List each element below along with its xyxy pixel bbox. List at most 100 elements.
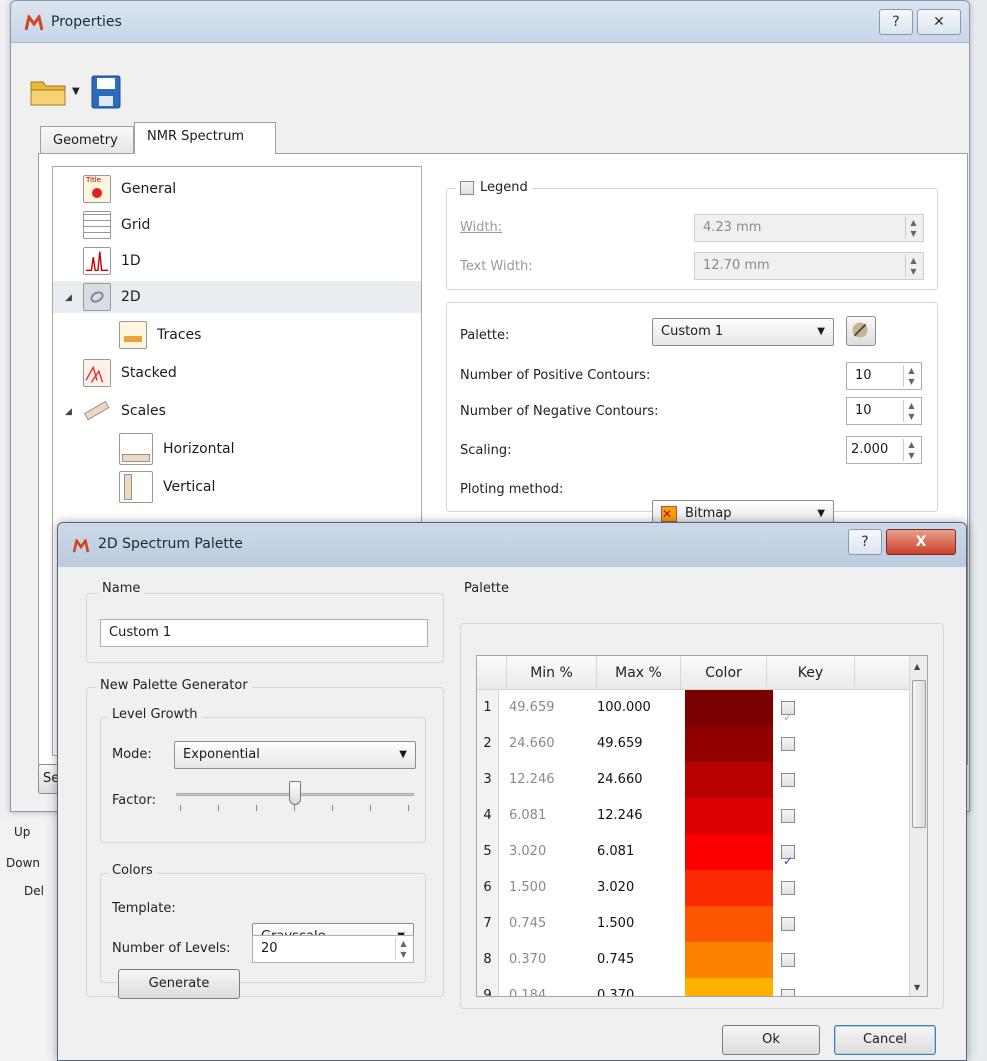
positive-contours-field[interactable]: 10 ▲ ▼ bbox=[846, 362, 922, 390]
max-percent-cell[interactable]: 1.500 bbox=[597, 906, 677, 942]
color-swatch[interactable] bbox=[685, 906, 773, 942]
min-percent-cell[interactable]: 3.020 bbox=[509, 834, 589, 870]
key-checkbox[interactable]: ✓ bbox=[781, 701, 795, 724]
min-percent-cell[interactable]: 12.246 bbox=[509, 762, 589, 798]
mode-select[interactable]: Exponential ▼ bbox=[174, 741, 416, 769]
down-label[interactable]: Down bbox=[6, 856, 40, 870]
key-checkbox[interactable] bbox=[781, 953, 795, 967]
close-button[interactable]: ✕ bbox=[917, 9, 961, 35]
tab-geometry[interactable]: Geometry bbox=[40, 126, 134, 156]
key-checkbox[interactable] bbox=[781, 737, 795, 751]
positive-contours-spinner-icon[interactable]: ▲ ▼ bbox=[903, 365, 919, 387]
scaling-field[interactable]: 2.000 ▲ ▼ bbox=[846, 436, 922, 464]
open-dropdown-icon[interactable]: ▼ bbox=[72, 78, 80, 106]
min-percent-cell[interactable]: 24.660 bbox=[509, 726, 589, 762]
column-header-key[interactable]: Key bbox=[767, 656, 855, 690]
scaling-spinner-icon[interactable]: ▲ ▼ bbox=[903, 439, 919, 461]
column-header-color[interactable]: Color bbox=[681, 656, 767, 690]
max-percent-cell[interactable]: 49.659 bbox=[597, 726, 677, 762]
negative-contours-field[interactable]: 10 ▲ ▼ bbox=[846, 397, 922, 425]
palette-scrollbar[interactable]: ▲ ▼ bbox=[909, 656, 927, 996]
column-header-min[interactable]: Min % bbox=[507, 656, 597, 690]
max-percent-cell[interactable]: 0.745 bbox=[597, 942, 677, 978]
levels-field[interactable]: 20 ▲ ▼ bbox=[252, 935, 414, 963]
min-percent-cell[interactable]: 0.184 bbox=[509, 978, 589, 996]
help-button[interactable]: ? bbox=[879, 9, 913, 35]
color-swatch[interactable] bbox=[685, 870, 773, 906]
table-row[interactable]: 3 12.246 24.660 bbox=[477, 762, 911, 798]
color-swatch[interactable] bbox=[685, 762, 773, 798]
scroll-up-icon[interactable]: ▲ bbox=[914, 662, 920, 671]
table-row[interactable]: 4 6.081 12.246 bbox=[477, 798, 911, 834]
table-row[interactable]: 1 49.659 100.000 ✓ bbox=[477, 690, 911, 726]
text-width-spinner-icon[interactable]: ▲ ▼ bbox=[905, 255, 921, 277]
tree-item-scales[interactable]: ◢ Scales bbox=[65, 395, 166, 427]
cancel-button[interactable]: Cancel bbox=[834, 1025, 936, 1055]
scrollbar-thumb[interactable] bbox=[912, 680, 926, 828]
text-width-label: Text Width: bbox=[460, 259, 533, 274]
edit-palette-button[interactable] bbox=[846, 316, 876, 346]
color-swatch[interactable] bbox=[685, 690, 773, 726]
table-row[interactable]: 8 0.370 0.745 bbox=[477, 942, 911, 978]
table-row[interactable]: 9 0.184 0.370 bbox=[477, 978, 911, 996]
max-percent-cell[interactable]: 100.000 bbox=[597, 690, 677, 726]
key-checkbox[interactable] bbox=[781, 989, 795, 996]
column-header-max[interactable]: Max % bbox=[597, 656, 681, 690]
key-checkbox[interactable] bbox=[781, 809, 795, 823]
tree-item-vertical[interactable]: Vertical bbox=[119, 471, 215, 503]
max-percent-cell[interactable]: 3.020 bbox=[597, 870, 677, 906]
color-swatch[interactable] bbox=[685, 978, 773, 996]
tree-item-1d[interactable]: 1D bbox=[83, 245, 141, 277]
max-percent-cell[interactable]: 12.246 bbox=[597, 798, 677, 834]
tab-nmr-spectrum[interactable]: NMR Spectrum bbox=[134, 122, 276, 154]
color-swatch[interactable] bbox=[685, 726, 773, 762]
max-percent-cell[interactable]: 6.081 bbox=[597, 834, 677, 870]
tree-item-traces[interactable]: Traces bbox=[119, 319, 201, 351]
width-field[interactable]: 4.23 mm ▲ ▼ bbox=[694, 214, 924, 242]
width-spinner-icon[interactable]: ▲ ▼ bbox=[905, 217, 921, 239]
key-checkbox[interactable] bbox=[781, 881, 795, 895]
max-percent-cell[interactable]: 0.370 bbox=[597, 978, 677, 996]
collapse-arrow-icon[interactable]: ◢ bbox=[65, 293, 72, 303]
levels-value: 20 bbox=[261, 941, 278, 956]
color-swatch[interactable] bbox=[685, 942, 773, 978]
color-swatch[interactable] bbox=[685, 834, 773, 870]
min-percent-cell[interactable]: 1.500 bbox=[509, 870, 589, 906]
scroll-down-icon[interactable]: ▼ bbox=[914, 983, 920, 992]
ok-button[interactable]: Ok bbox=[722, 1025, 820, 1055]
factor-slider-thumb[interactable] bbox=[289, 781, 301, 805]
up-label[interactable]: Up bbox=[14, 825, 30, 839]
text-width-field[interactable]: 12.70 mm ▲ ▼ bbox=[694, 252, 924, 280]
table-row[interactable]: 2 24.660 49.659 bbox=[477, 726, 911, 762]
color-swatch[interactable] bbox=[685, 798, 773, 834]
min-percent-cell[interactable]: 0.745 bbox=[509, 906, 589, 942]
palette-select[interactable]: Custom 1 ▼ bbox=[652, 318, 834, 346]
table-row[interactable]: 5 3.020 6.081 ✓ bbox=[477, 834, 911, 870]
levels-spinner-icon[interactable]: ▲ ▼ bbox=[395, 938, 411, 960]
open-folder-icon[interactable] bbox=[30, 78, 66, 106]
tree-item-horizontal[interactable]: Horizontal bbox=[119, 433, 234, 465]
tree-item-grid[interactable]: Grid bbox=[83, 209, 150, 241]
max-percent-cell[interactable]: 24.660 bbox=[597, 762, 677, 798]
tree-item-general[interactable]: Title General bbox=[83, 173, 176, 205]
dialog-close-button[interactable]: X bbox=[886, 529, 956, 555]
legend-checkbox[interactable] bbox=[460, 180, 474, 195]
dialog-help-button[interactable]: ? bbox=[848, 529, 882, 555]
key-checkbox[interactable] bbox=[781, 917, 795, 931]
tree-item-2d[interactable]: ◢ 2D bbox=[53, 281, 421, 313]
key-checkbox[interactable] bbox=[781, 773, 795, 787]
vertical-scale-icon bbox=[119, 471, 153, 503]
collapse-arrow-icon[interactable]: ◢ bbox=[65, 407, 72, 417]
key-checkbox[interactable]: ✓ bbox=[781, 845, 795, 868]
save-icon[interactable] bbox=[90, 74, 122, 110]
del-label[interactable]: Del bbox=[24, 884, 44, 898]
table-row[interactable]: 7 0.745 1.500 bbox=[477, 906, 911, 942]
palette-name-input[interactable]: Custom 1 bbox=[100, 619, 428, 647]
generate-button[interactable]: Generate bbox=[118, 969, 240, 999]
negative-contours-spinner-icon[interactable]: ▲ ▼ bbox=[903, 400, 919, 422]
tree-item-stacked[interactable]: Stacked bbox=[83, 357, 177, 389]
min-percent-cell[interactable]: 6.081 bbox=[509, 798, 589, 834]
table-row[interactable]: 6 1.500 3.020 bbox=[477, 870, 911, 906]
min-percent-cell[interactable]: 49.659 bbox=[509, 690, 589, 726]
min-percent-cell[interactable]: 0.370 bbox=[509, 942, 589, 978]
